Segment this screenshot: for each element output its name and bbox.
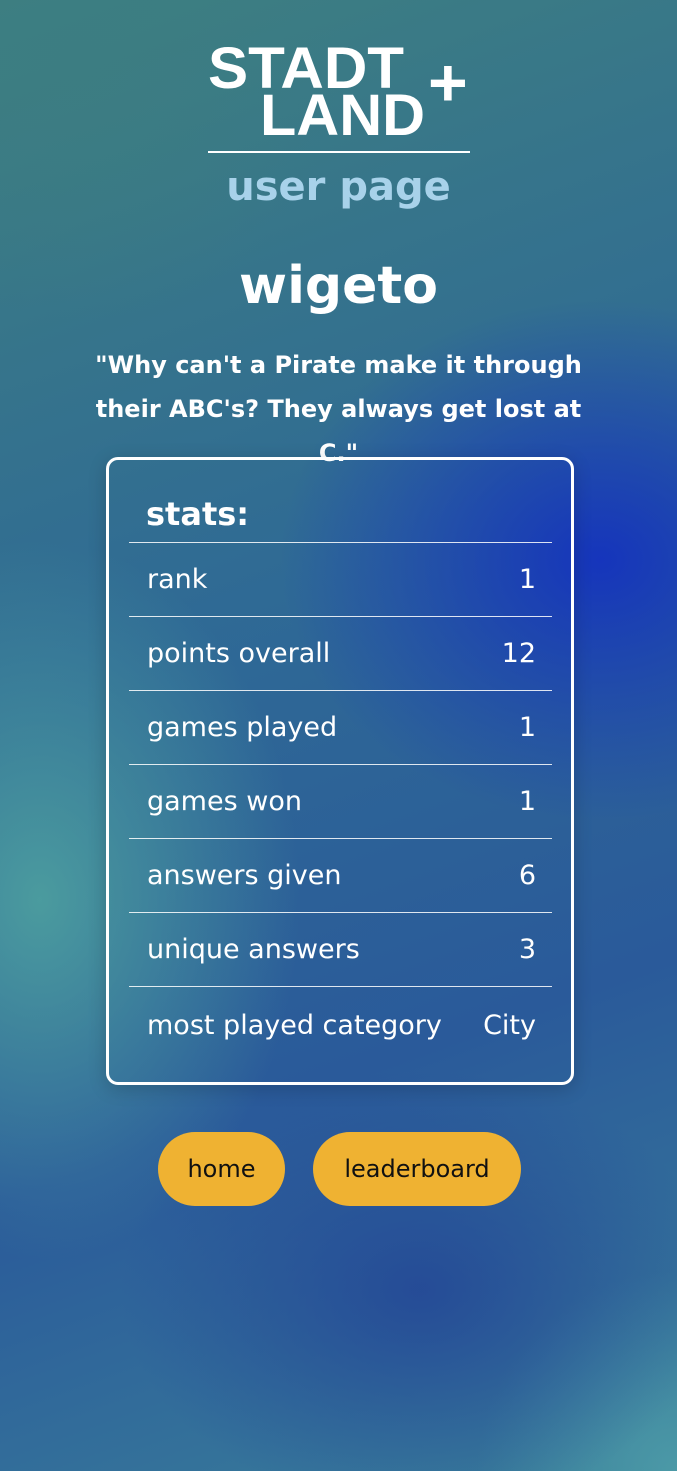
home-button[interactable]: home: [158, 1132, 285, 1206]
logo-line-2: LAND: [260, 83, 425, 148]
stat-value: 6: [518, 860, 536, 891]
stat-row-answers-given: answers given 6: [129, 838, 552, 912]
stat-label: most played category: [147, 1010, 442, 1041]
stats-card: stats: rank 1 points overall 12 games pl…: [106, 457, 574, 1085]
stat-value: City: [483, 1010, 536, 1041]
stat-value: 3: [518, 934, 536, 965]
stat-label: points overall: [147, 638, 331, 669]
logo-wordmark: STADT LAND +: [208, 38, 468, 148]
stat-row-unique-answers: unique answers 3: [129, 912, 552, 986]
leaderboard-button[interactable]: leaderboard: [313, 1132, 521, 1206]
stats-title: stats:: [146, 495, 250, 533]
stat-label: unique answers: [147, 934, 360, 965]
plus-icon: +: [428, 45, 468, 121]
user-quote: "Why can't a Pirate make it through thei…: [95, 351, 582, 467]
stat-row-games-won: games won 1: [129, 764, 552, 838]
stat-value: 1: [518, 564, 536, 595]
stat-row-most-played-category: most played category City: [129, 986, 552, 1064]
stat-value: 12: [501, 638, 536, 669]
stat-row-points-overall: points overall 12: [129, 616, 552, 690]
logo-divider: [208, 151, 470, 153]
username-heading: wigeto: [239, 256, 438, 316]
stats-list: rank 1 points overall 12 games played 1 …: [129, 542, 552, 1064]
page-subtitle: user page: [226, 164, 451, 210]
stat-label: games won: [147, 786, 302, 817]
stat-label: answers given: [147, 860, 342, 891]
stat-label: games played: [147, 712, 338, 743]
stat-value: 1: [518, 712, 536, 743]
app-logo[interactable]: STADT LAND +: [208, 38, 472, 154]
stat-value: 1: [518, 786, 536, 817]
stat-label: rank: [147, 564, 208, 595]
stat-row-rank: rank 1: [129, 542, 552, 616]
stat-row-games-played: games played 1: [129, 690, 552, 764]
